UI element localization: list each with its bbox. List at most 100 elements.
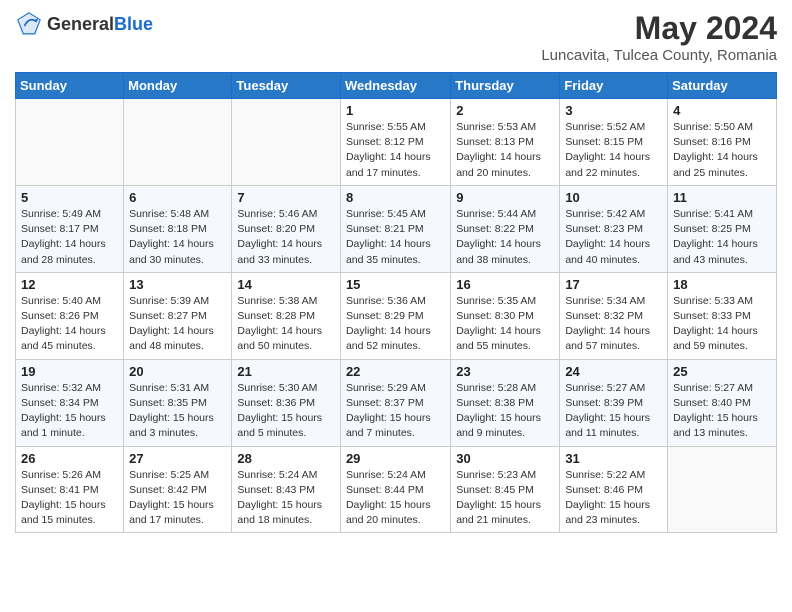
table-row: 12 Sunrise: 5:40 AM Sunset: 8:26 PM Dayli… [16, 272, 124, 359]
day-number: 2 [456, 103, 554, 118]
day-number: 16 [456, 277, 554, 292]
day-info: Sunrise: 5:41 AM Sunset: 8:25 PM Dayligh… [673, 207, 771, 268]
table-row: 11Sunrise: 5:41 AM Sunset: 8:25 PM Dayli… [668, 185, 777, 272]
day-info: Sunrise: 5:26 AM Sunset: 8:41 PM Dayligh… [21, 468, 118, 529]
day-info: Sunrise: 5:49 AM Sunset: 8:17 PM Dayligh… [21, 207, 118, 268]
table-row: 15Sunrise: 5:36 AM Sunset: 8:29 PM Dayli… [340, 272, 450, 359]
table-row: 30 Sunrise: 5:23 AM Sunset: 8:45 PM Dayli… [451, 446, 560, 533]
day-info: Sunrise: 5:22 AM Sunset: 8:46 PM Dayligh… [565, 468, 662, 529]
day-number: 29 [346, 451, 445, 466]
table-row: 24 Sunrise: 5:27 AM Sunset: 8:39 PM Dayli… [560, 359, 668, 446]
day-info: Sunrise: 5:35 AM Sunset: 8:30 PM Dayligh… [456, 294, 554, 355]
day-number: 10 [565, 190, 662, 205]
page-header: GeneralBlue May 2024 Luncavita, Tulcea C… [15, 10, 777, 64]
day-info: Sunrise: 5:31 AM Sunset: 8:35 PM Dayligh… [129, 381, 226, 442]
day-number: 14 [237, 277, 335, 292]
table-row: 16 Sunrise: 5:35 AM Sunset: 8:30 PM Dayli… [451, 272, 560, 359]
header-monday: Monday [124, 73, 232, 99]
table-row: 22 Sunrise: 5:29 AM Sunset: 8:37 PM Dayli… [340, 359, 450, 446]
day-number: 3 [565, 103, 662, 118]
day-info: Sunrise: 5:42 AM Sunset: 8:23 PM Dayligh… [565, 207, 662, 268]
logo-blue: Blue [114, 14, 153, 34]
header-friday: Friday [560, 73, 668, 99]
day-number: 20 [129, 364, 226, 379]
day-info: Sunrise: 5:55 AM Sunset: 8:12 PM Dayligh… [346, 120, 445, 181]
day-info: Sunrise: 5:44 AM Sunset: 8:22 PM Dayligh… [456, 207, 554, 268]
calendar-week-row: 12 Sunrise: 5:40 AM Sunset: 8:26 PM Dayli… [16, 272, 777, 359]
calendar-header-row: Sunday Monday Tuesday Wednesday Thursday… [16, 73, 777, 99]
day-info: Sunrise: 5:27 AM Sunset: 8:40 PM Dayligh… [673, 381, 771, 442]
calendar-table: Sunday Monday Tuesday Wednesday Thursday… [15, 72, 777, 533]
day-number: 18 [673, 277, 771, 292]
table-row: 31Sunrise: 5:22 AM Sunset: 8:46 PM Dayli… [560, 446, 668, 533]
day-info: Sunrise: 5:23 AM Sunset: 8:45 PM Dayligh… [456, 468, 554, 529]
header-saturday: Saturday [668, 73, 777, 99]
table-row: 14 Sunrise: 5:38 AM Sunset: 8:28 PM Dayli… [232, 272, 341, 359]
table-row: 25 Sunrise: 5:27 AM Sunset: 8:40 PM Dayli… [668, 359, 777, 446]
table-row: 20 Sunrise: 5:31 AM Sunset: 8:35 PM Dayli… [124, 359, 232, 446]
day-number: 22 [346, 364, 445, 379]
day-info: Sunrise: 5:29 AM Sunset: 8:37 PM Dayligh… [346, 381, 445, 442]
day-number: 27 [129, 451, 226, 466]
calendar-week-row: 26 Sunrise: 5:26 AM Sunset: 8:41 PM Dayli… [16, 446, 777, 533]
day-info: Sunrise: 5:27 AM Sunset: 8:39 PM Dayligh… [565, 381, 662, 442]
table-row: 3Sunrise: 5:52 AM Sunset: 8:15 PM Daylig… [560, 99, 668, 186]
day-info: Sunrise: 5:48 AM Sunset: 8:18 PM Dayligh… [129, 207, 226, 268]
table-row: 4 Sunrise: 5:50 AM Sunset: 8:16 PM Daylig… [668, 99, 777, 186]
table-row: 27 Sunrise: 5:25 AM Sunset: 8:42 PM Dayli… [124, 446, 232, 533]
day-number: 21 [237, 364, 335, 379]
table-row: 2 Sunrise: 5:53 AM Sunset: 8:13 PM Daylig… [451, 99, 560, 186]
day-info: Sunrise: 5:38 AM Sunset: 8:28 PM Dayligh… [237, 294, 335, 355]
day-number: 1 [346, 103, 445, 118]
header-wednesday: Wednesday [340, 73, 450, 99]
table-row: 9 Sunrise: 5:44 AM Sunset: 8:22 PM Daylig… [451, 185, 560, 272]
calendar-week-row: 1 Sunrise: 5:55 AM Sunset: 8:12 PM Daylig… [16, 99, 777, 186]
header-thursday: Thursday [451, 73, 560, 99]
table-row [124, 99, 232, 186]
table-row: 19Sunrise: 5:32 AM Sunset: 8:34 PM Dayli… [16, 359, 124, 446]
table-row: 26 Sunrise: 5:26 AM Sunset: 8:41 PM Dayli… [16, 446, 124, 533]
day-number: 4 [673, 103, 771, 118]
month-title: May 2024 [541, 10, 777, 47]
day-info: Sunrise: 5:36 AM Sunset: 8:29 PM Dayligh… [346, 294, 445, 355]
table-row: 10 Sunrise: 5:42 AM Sunset: 8:23 PM Dayli… [560, 185, 668, 272]
day-number: 12 [21, 277, 118, 292]
header-tuesday: Tuesday [232, 73, 341, 99]
day-info: Sunrise: 5:24 AM Sunset: 8:44 PM Dayligh… [346, 468, 445, 529]
calendar-week-row: 19Sunrise: 5:32 AM Sunset: 8:34 PM Dayli… [16, 359, 777, 446]
day-info: Sunrise: 5:30 AM Sunset: 8:36 PM Dayligh… [237, 381, 335, 442]
day-info: Sunrise: 5:24 AM Sunset: 8:43 PM Dayligh… [237, 468, 335, 529]
day-number: 6 [129, 190, 226, 205]
calendar-week-row: 5Sunrise: 5:49 AM Sunset: 8:17 PM Daylig… [16, 185, 777, 272]
day-info: Sunrise: 5:50 AM Sunset: 8:16 PM Dayligh… [673, 120, 771, 181]
day-number: 13 [129, 277, 226, 292]
table-row: 1 Sunrise: 5:55 AM Sunset: 8:12 PM Daylig… [340, 99, 450, 186]
day-info: Sunrise: 5:25 AM Sunset: 8:42 PM Dayligh… [129, 468, 226, 529]
location-title: Luncavita, Tulcea County, Romania [541, 47, 777, 64]
day-number: 25 [673, 364, 771, 379]
table-row: 18Sunrise: 5:33 AM Sunset: 8:33 PM Dayli… [668, 272, 777, 359]
day-info: Sunrise: 5:39 AM Sunset: 8:27 PM Dayligh… [129, 294, 226, 355]
day-info: Sunrise: 5:40 AM Sunset: 8:26 PM Dayligh… [21, 294, 118, 355]
day-number: 7 [237, 190, 335, 205]
table-row [16, 99, 124, 186]
day-info: Sunrise: 5:53 AM Sunset: 8:13 PM Dayligh… [456, 120, 554, 181]
table-row: 7Sunrise: 5:46 AM Sunset: 8:20 PM Daylig… [232, 185, 341, 272]
table-row: 6 Sunrise: 5:48 AM Sunset: 8:18 PM Daylig… [124, 185, 232, 272]
table-row: 13 Sunrise: 5:39 AM Sunset: 8:27 PM Dayli… [124, 272, 232, 359]
day-number: 30 [456, 451, 554, 466]
day-number: 26 [21, 451, 118, 466]
table-row: 8Sunrise: 5:45 AM Sunset: 8:21 PM Daylig… [340, 185, 450, 272]
title-section: May 2024 Luncavita, Tulcea County, Roman… [541, 10, 777, 64]
day-info: Sunrise: 5:34 AM Sunset: 8:32 PM Dayligh… [565, 294, 662, 355]
table-row: 23Sunrise: 5:28 AM Sunset: 8:38 PM Dayli… [451, 359, 560, 446]
day-number: 8 [346, 190, 445, 205]
day-number: 23 [456, 364, 554, 379]
day-number: 9 [456, 190, 554, 205]
table-row: 21 Sunrise: 5:30 AM Sunset: 8:36 PM Dayli… [232, 359, 341, 446]
table-row [232, 99, 341, 186]
logo-text: GeneralBlue [47, 14, 153, 35]
table-row: 17Sunrise: 5:34 AM Sunset: 8:32 PM Dayli… [560, 272, 668, 359]
day-number: 24 [565, 364, 662, 379]
logo-general: General [47, 14, 114, 34]
